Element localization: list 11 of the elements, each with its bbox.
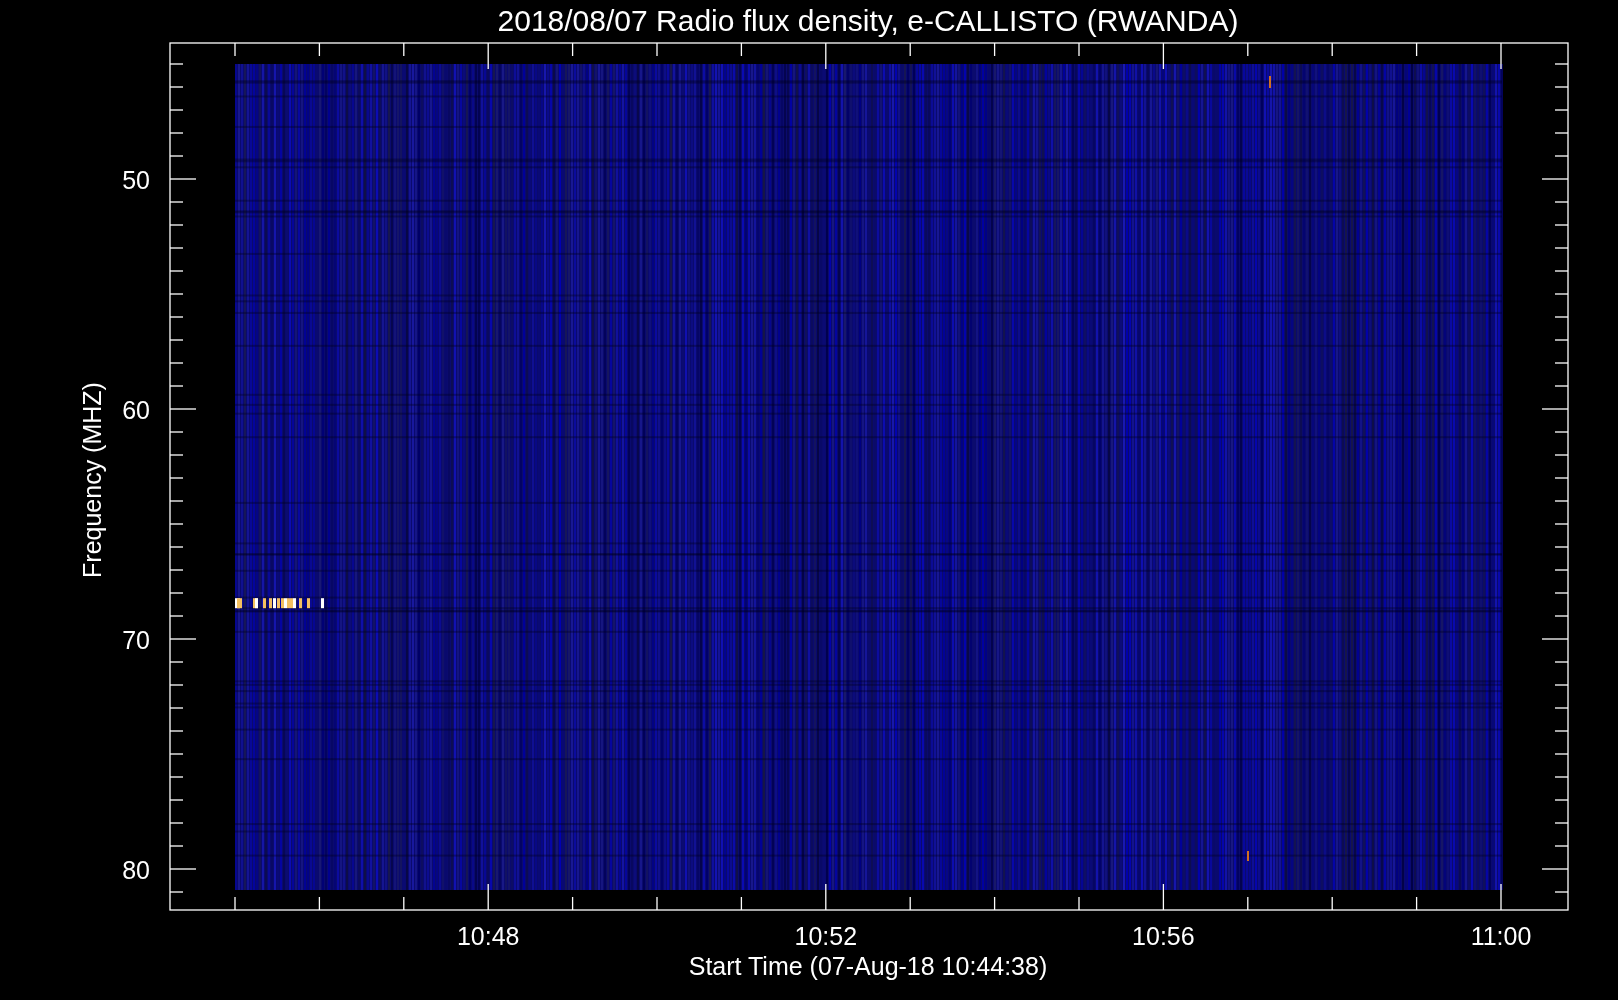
axis-label: Start Time (07-Aug-18 10:44:38) xyxy=(688,952,1048,980)
tick-label: 60 xyxy=(122,396,150,424)
tick-label: 10:48 xyxy=(456,922,520,950)
tick-label: 11:00 xyxy=(1470,922,1532,950)
axis-label: Frequency (MHZ) xyxy=(78,382,106,578)
tick-label: 10:56 xyxy=(1132,922,1195,950)
tick-label: 10:52 xyxy=(794,922,858,950)
tick-label: 50 xyxy=(122,166,150,194)
chart-title: 2018/08/07 Radio flux density, e-CALLISTO (RWANDA) xyxy=(497,4,1239,37)
tick-label: 80 xyxy=(122,856,150,884)
tick-label: 70 xyxy=(122,626,150,654)
